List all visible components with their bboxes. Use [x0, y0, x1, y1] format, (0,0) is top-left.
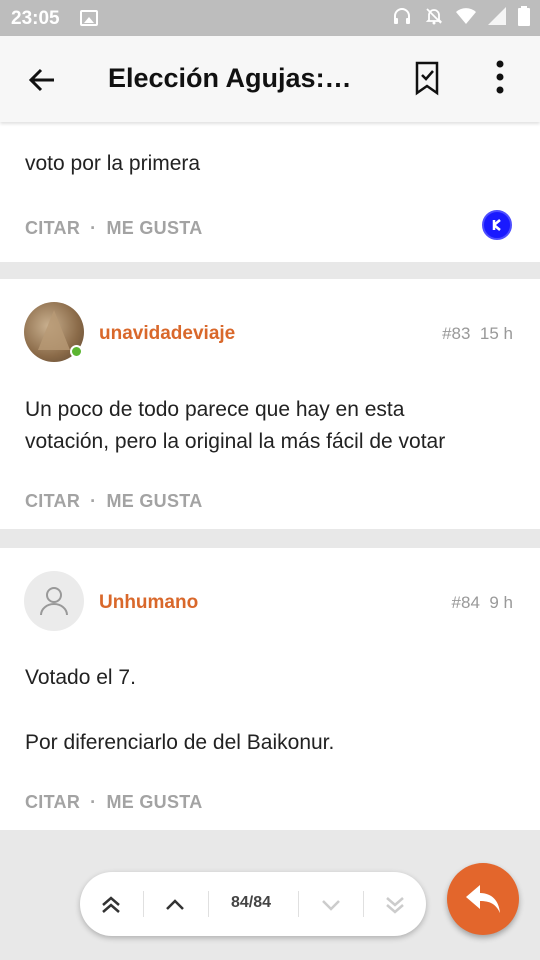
post-number[interactable]: #84 — [452, 593, 480, 612]
post-username[interactable]: unavidadeviaje — [99, 323, 235, 345]
double-chevron-down-icon[interactable] — [380, 890, 410, 920]
pager-divider — [208, 891, 209, 917]
notifications-off-icon — [425, 8, 443, 25]
post-body: Un poco de todo parece que hay en esta v… — [25, 394, 445, 458]
post-body-line: Por diferenciarlo de del Baikonur. — [25, 731, 335, 754]
bookmark-check-icon[interactable] — [412, 60, 442, 96]
pager-divider — [143, 891, 144, 917]
like-button[interactable]: ME GUSTA — [106, 218, 202, 238]
like-button[interactable]: ME GUSTA — [106, 792, 202, 812]
pager-divider — [363, 891, 364, 917]
reply-button[interactable] — [447, 863, 519, 935]
chevron-down-icon[interactable] — [316, 890, 346, 920]
post-body-line: Votado el 7. — [25, 666, 136, 689]
signal-icon — [488, 7, 506, 25]
pager-position[interactable]: 84/84 — [231, 894, 271, 912]
post-actions: CITAR · ME GUSTA — [25, 792, 203, 813]
pager-divider — [298, 891, 299, 917]
post-username[interactable]: Unhumano — [99, 592, 198, 614]
chevron-up-icon[interactable] — [160, 890, 190, 920]
page-title: Elección Agujas:… — [108, 63, 352, 93]
post-body: voto por la primera — [25, 152, 201, 175]
avatar[interactable] — [24, 571, 84, 631]
more-vertical-icon[interactable] — [484, 58, 516, 98]
separator-dot: · — [90, 792, 97, 812]
back-arrow-icon[interactable] — [24, 62, 60, 98]
post-meta: #84 9 h — [452, 593, 513, 613]
post-time: 15 h — [479, 324, 513, 343]
status-time: 23:05 — [11, 8, 60, 29]
post-actions: CITAR · ME GUSTA — [25, 491, 203, 512]
double-chevron-up-icon[interactable] — [96, 890, 126, 920]
post-body-line: Un poco de todo parece que hay en esta — [25, 398, 405, 421]
quote-button[interactable]: CITAR — [25, 792, 80, 812]
battery-icon — [518, 6, 530, 26]
online-indicator — [70, 345, 83, 358]
post-number[interactable]: #83 — [442, 324, 470, 343]
like-button[interactable]: ME GUSTA — [106, 491, 202, 511]
quote-button[interactable]: CITAR — [25, 491, 80, 511]
user-placeholder-icon — [40, 587, 68, 616]
headphones-icon — [394, 8, 410, 24]
separator-dot: · — [90, 491, 97, 511]
quote-button[interactable]: CITAR — [25, 218, 80, 238]
floating-badge-icon[interactable] — [482, 210, 512, 240]
wifi-icon — [456, 8, 476, 24]
image-notification-icon — [80, 10, 98, 26]
separator-dot: · — [90, 218, 97, 238]
post-card: unavidadeviaje #83 15 h Un poco de todo … — [0, 279, 540, 529]
post-time: 9 h — [489, 593, 513, 612]
post-meta: #83 15 h — [442, 324, 513, 344]
post-pager: 84/84 — [80, 872, 426, 936]
app-bar: Elección Agujas:… — [0, 36, 540, 122]
post-card: Unhumano #84 9 h Votado el 7. Por difere… — [0, 548, 540, 830]
post-body-line: votación, pero la original la más fácil … — [25, 430, 446, 453]
status-bar: 23:05 — [0, 0, 540, 36]
post-actions: CITAR · ME GUSTA — [25, 218, 203, 239]
post-card: voto por la primera CITAR · ME GUSTA — [0, 122, 540, 262]
reply-icon — [466, 885, 500, 913]
